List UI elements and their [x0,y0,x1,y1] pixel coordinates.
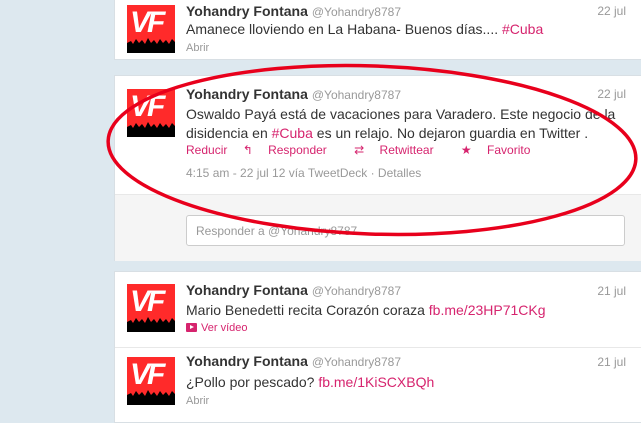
open-link[interactable]: Abrir [186,42,209,54]
author-handle[interactable]: @Yohandry8787 [312,355,401,369]
tweet-text: Amanece lloviendo en La Habana- Buenos d… [186,20,633,39]
tweet-body-cont: es un relajo. No dejaron guardia en Twit… [312,125,589,141]
url-link[interactable]: fb.me/23HP71CKg [429,302,546,318]
author-name[interactable]: Yohandry Fontana @Yohandry8787 [186,86,401,102]
author-name[interactable]: Yohandry Fontana @Yohandry8787 [186,282,401,298]
view-video-link[interactable]: Ver vídeo [186,322,247,334]
author-name[interactable]: Yohandry Fontana @Yohandry8787 [186,353,401,369]
reply-input[interactable]: Responder a @Yohandry8787 [186,215,625,246]
tweet-date[interactable]: 22 jul [597,4,626,18]
tweet-text: ¿Pollo por pescado? fb.me/1KiSCXBQh [186,373,633,392]
author-handle[interactable]: @Yohandry8787 [312,284,401,298]
tweet-body: ¿Pollo por pescado? [186,374,319,390]
tweet-actions: Reducir ↰ Responder ⇄ Retwittear ★ Favor… [186,143,554,157]
tweet-card-expanded[interactable]: VF Yohandry Fontana @Yohandry8787 22 jul … [114,75,641,261]
author-name[interactable]: Yohandry Fontana @Yohandry8787 [186,3,401,19]
avatar[interactable]: VF [127,284,175,332]
timestamp[interactable]: 4:15 am - 22 jul 12 vía TweetDeck [186,166,367,180]
reply-button[interactable]: ↰ Responder [243,143,339,157]
avatar[interactable]: VF [127,357,175,405]
details-link[interactable]: Detalles [378,166,421,180]
open-link[interactable]: Abrir [186,395,209,407]
tweet[interactable]: VF Yohandry Fontana @Yohandry8787 21 jul … [115,272,641,347]
tweet-date[interactable]: 21 jul [597,284,626,298]
hashtag-link[interactable]: #Cuba [502,21,543,37]
retweet-icon: ⇄ [354,143,368,157]
tweet[interactable]: VF Yohandry Fontana @Yohandry8787 21 jul … [115,348,641,422]
tweet-text: Oswaldo Payá está de vacaciones para Var… [186,105,633,143]
video-icon [186,323,197,332]
retweet-button[interactable]: ⇄ Retwittear [354,143,445,157]
tweet-meta: 4:15 am - 22 jul 12 vía TweetDeck · Deta… [186,166,422,180]
tweet-text: Mario Benedetti recita Corazón coraza fb… [186,301,633,320]
author-handle[interactable]: @Yohandry8787 [312,88,401,102]
avatar[interactable]: VF [127,5,175,53]
tweet-date[interactable]: 22 jul [597,87,626,101]
tweet-body: Mario Benedetti recita Corazón coraza [186,302,429,318]
reply-icon: ↰ [242,143,257,157]
tweet-body: Amanece lloviendo en La Habana- Buenos d… [186,21,502,37]
star-icon: ★ [460,143,476,157]
avatar[interactable]: VF [127,89,175,137]
tweet-card[interactable]: VF Yohandry Fontana @Yohandry8787 21 jul … [114,271,641,423]
collapse-button[interactable]: Reducir [186,143,227,157]
favorite-button[interactable]: ★ Favorito [461,143,542,157]
author-handle[interactable]: @Yohandry8787 [312,5,401,19]
tweet-card[interactable]: VF Yohandry Fontana @Yohandry8787 22 jul … [114,0,641,60]
url-link[interactable]: fb.me/1KiSCXBQh [318,374,434,390]
tweet-date[interactable]: 21 jul [597,355,626,369]
timeline: VF Yohandry Fontana @Yohandry8787 22 jul … [114,0,641,423]
reply-area: Responder a @Yohandry8787 [115,194,641,261]
hashtag-link[interactable]: #Cuba [272,125,313,141]
